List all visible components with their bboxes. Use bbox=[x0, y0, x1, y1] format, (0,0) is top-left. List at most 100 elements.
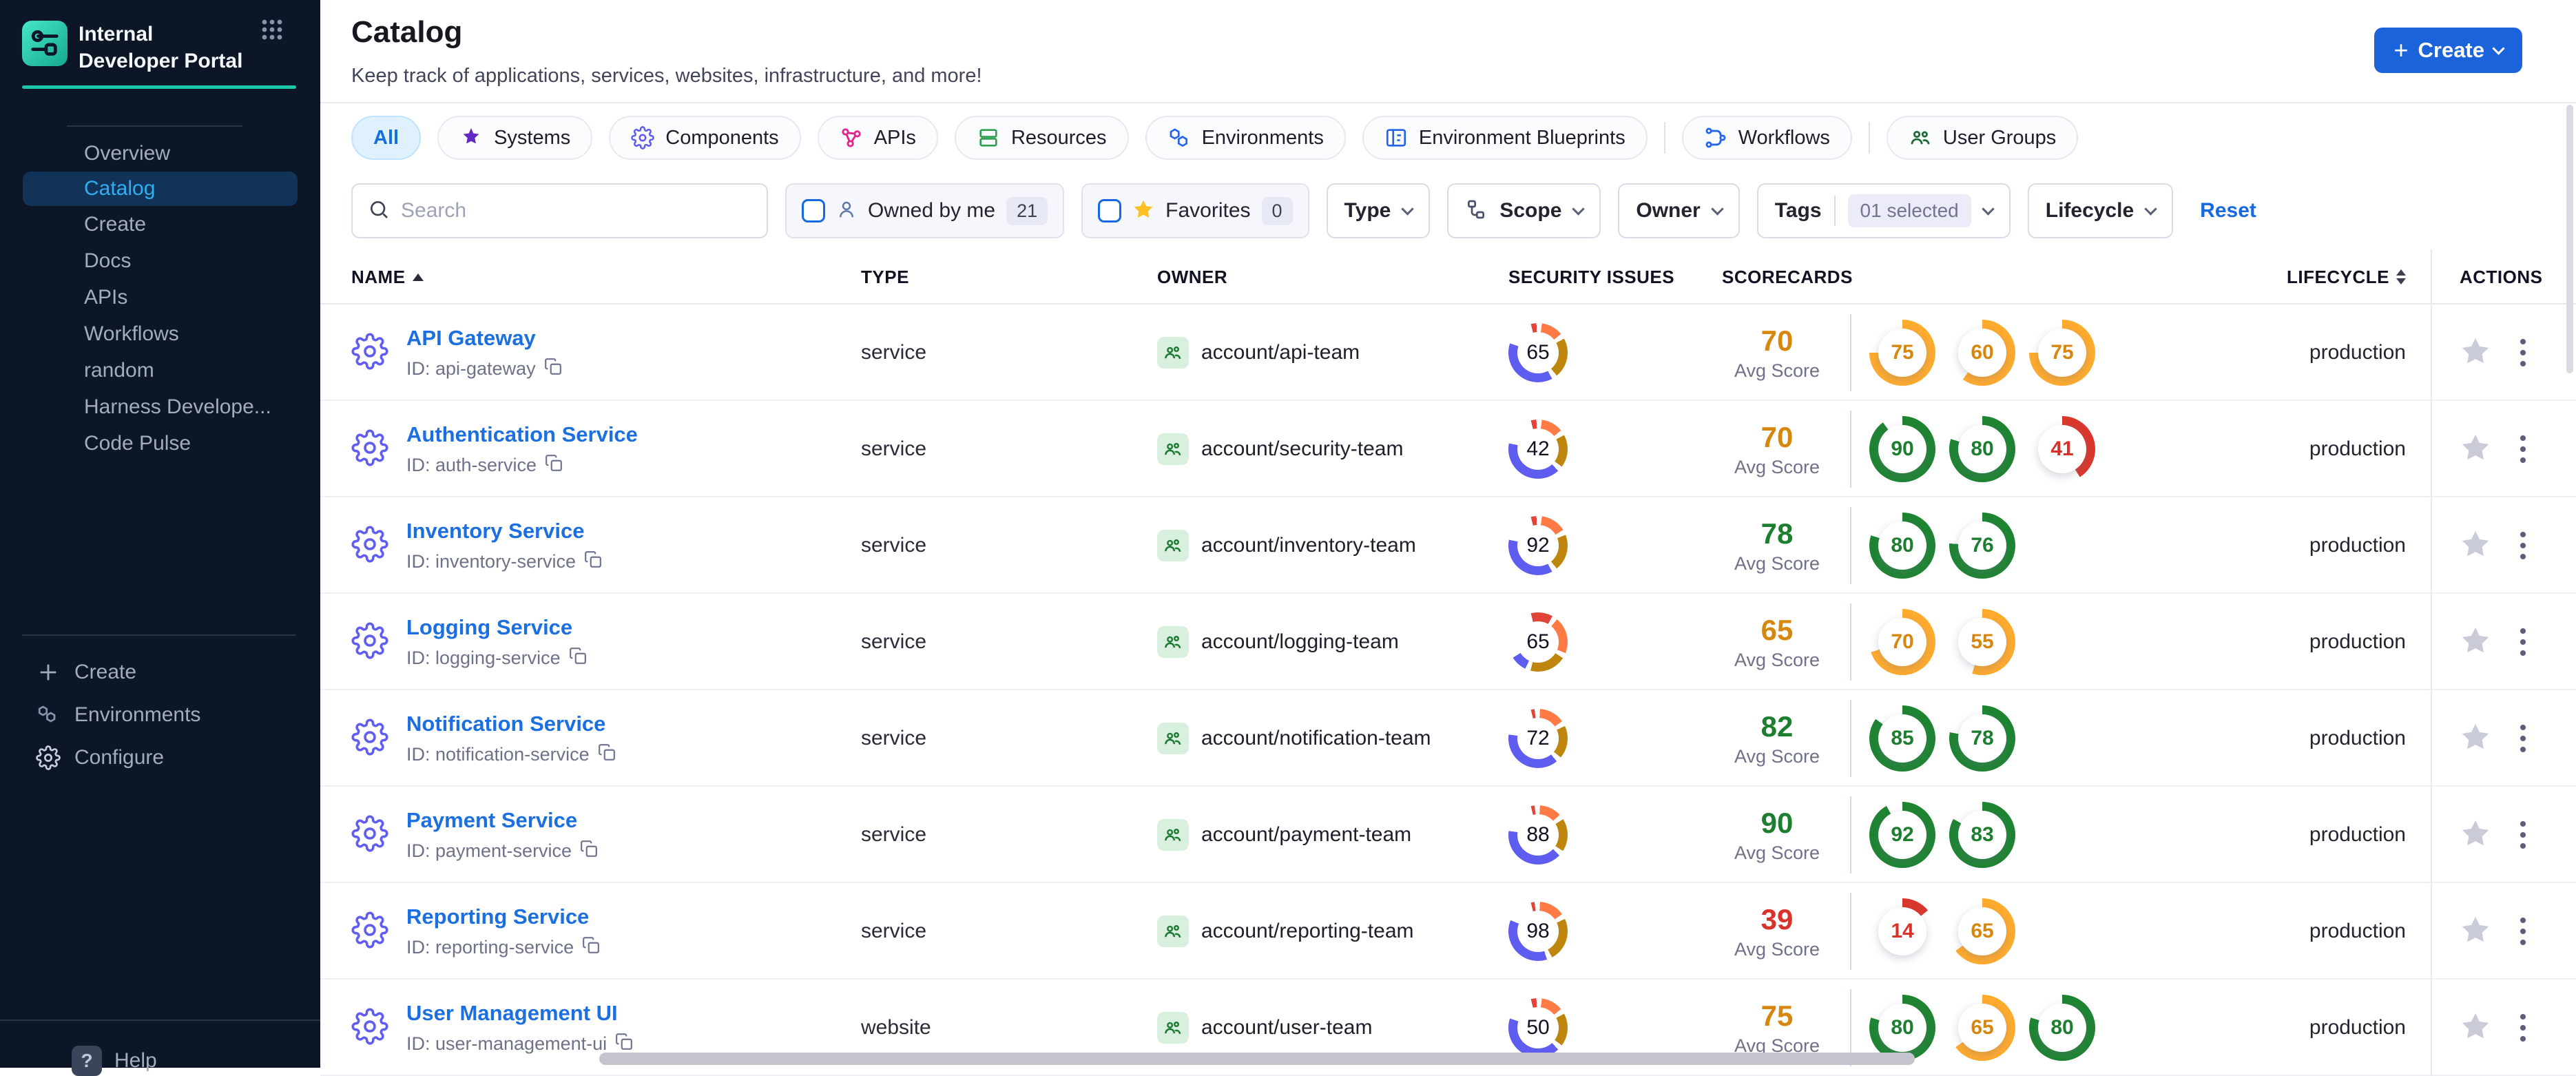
tab-environments[interactable]: Environments bbox=[1145, 116, 1346, 160]
row-menu-icon[interactable] bbox=[2516, 817, 2530, 853]
sidebar-item-random[interactable]: random bbox=[0, 352, 320, 389]
entity-owner[interactable]: account/logging-team bbox=[1201, 630, 1399, 654]
scorecard-ring[interactable]: 55 bbox=[1949, 609, 2015, 675]
copy-icon[interactable] bbox=[545, 454, 563, 477]
create-button[interactable]: + Create bbox=[2374, 28, 2522, 73]
table-row[interactable]: Notification Service ID: notification-se… bbox=[320, 690, 2576, 787]
sidebar-item-docs[interactable]: Docs bbox=[0, 242, 320, 279]
scope-dropdown[interactable]: Scope bbox=[1447, 183, 1601, 238]
sidebar-item-apis[interactable]: APIs bbox=[0, 279, 320, 315]
entity-name-link[interactable]: Logging Service bbox=[406, 615, 587, 640]
sidebar-item-create[interactable]: Create bbox=[0, 651, 320, 694]
favorite-star-icon[interactable] bbox=[2460, 625, 2491, 660]
table-row[interactable]: Payment Service ID: payment-service serv… bbox=[320, 787, 2576, 883]
entity-owner[interactable]: account/inventory-team bbox=[1201, 534, 1416, 557]
entity-name-link[interactable]: API Gateway bbox=[406, 326, 562, 351]
sidebar-item-configure[interactable]: Configure bbox=[0, 736, 320, 779]
row-menu-icon[interactable] bbox=[2516, 913, 2530, 949]
row-menu-icon[interactable] bbox=[2516, 335, 2530, 371]
owned-by-me-filter[interactable]: Owned by me 21 bbox=[785, 183, 1065, 238]
copy-icon[interactable] bbox=[580, 840, 598, 862]
entity-owner[interactable]: account/api-team bbox=[1201, 341, 1360, 364]
scorecard-ring[interactable]: 14 bbox=[1869, 898, 1935, 964]
scorecard-ring[interactable]: 70 bbox=[1869, 609, 1935, 675]
sidebar-item-workflows[interactable]: Workflows bbox=[0, 315, 320, 352]
entity-owner[interactable]: account/security-team bbox=[1201, 437, 1403, 461]
favorite-star-icon[interactable] bbox=[2460, 335, 2491, 371]
app-logo[interactable]: Internal Developer Portal bbox=[22, 21, 298, 74]
entity-owner[interactable]: account/reporting-team bbox=[1201, 920, 1414, 943]
sidebar-item-help[interactable]: ? Help bbox=[72, 1046, 157, 1076]
entity-owner[interactable]: account/payment-team bbox=[1201, 823, 1411, 847]
entity-name-link[interactable]: Reporting Service bbox=[406, 904, 600, 929]
column-header-security[interactable]: SECURITY ISSUES bbox=[1508, 267, 1722, 288]
favorite-star-icon[interactable] bbox=[2460, 818, 2491, 853]
scorecard-ring[interactable]: 83 bbox=[1949, 802, 2015, 868]
table-row[interactable]: Inventory Service ID: inventory-service … bbox=[320, 497, 2576, 594]
tab-components[interactable]: Components bbox=[609, 116, 801, 160]
entity-name-link[interactable]: Notification Service bbox=[406, 712, 616, 736]
favorite-star-icon[interactable] bbox=[2460, 528, 2491, 563]
scorecard-ring[interactable]: 65 bbox=[1949, 995, 2015, 1061]
column-header-lifecycle[interactable]: LIFECYCLE bbox=[2101, 267, 2431, 288]
column-header-type[interactable]: TYPE bbox=[861, 267, 1157, 288]
tags-dropdown[interactable]: Tags 01 selected bbox=[1756, 183, 2011, 238]
entity-owner[interactable]: account/notification-team bbox=[1201, 727, 1431, 750]
tab-systems[interactable]: Systems bbox=[437, 116, 593, 160]
row-menu-icon[interactable] bbox=[2516, 1010, 2530, 1046]
row-menu-icon[interactable] bbox=[2516, 528, 2530, 563]
favorite-star-icon[interactable] bbox=[2460, 914, 2491, 949]
type-dropdown[interactable]: Type bbox=[1326, 183, 1431, 238]
entity-name-link[interactable]: Authentication Service bbox=[406, 422, 638, 447]
scorecard-ring[interactable]: 92 bbox=[1869, 802, 1935, 868]
tab-all[interactable]: All bbox=[351, 116, 422, 160]
scorecard-ring[interactable]: 90 bbox=[1869, 416, 1935, 482]
entity-name-link[interactable]: Inventory Service bbox=[406, 519, 602, 544]
scorecard-ring[interactable]: 75 bbox=[2029, 320, 2095, 386]
app-switcher-icon[interactable] bbox=[260, 18, 284, 41]
tab-environment-blueprints[interactable]: Environment Blueprints bbox=[1362, 116, 1648, 160]
tab-resources[interactable]: Resources bbox=[954, 116, 1129, 160]
column-header-name[interactable]: NAME bbox=[320, 267, 861, 288]
search-box[interactable] bbox=[351, 183, 768, 238]
row-menu-icon[interactable] bbox=[2516, 431, 2530, 467]
scorecard-ring[interactable]: 80 bbox=[1949, 416, 2015, 482]
tab-apis[interactable]: APIs bbox=[817, 116, 938, 160]
horizontal-scrollbar[interactable] bbox=[599, 1053, 1915, 1065]
copy-icon[interactable] bbox=[615, 1033, 633, 1055]
favorite-star-icon[interactable] bbox=[2460, 1011, 2491, 1046]
sidebar-item-code-pulse[interactable]: Code Pulse bbox=[0, 425, 320, 462]
copy-icon[interactable] bbox=[584, 550, 602, 573]
reset-filters-link[interactable]: Reset bbox=[2200, 199, 2256, 223]
favorite-star-icon[interactable] bbox=[2460, 721, 2491, 756]
scorecard-ring[interactable]: 65 bbox=[1949, 898, 2015, 964]
sidebar-item-catalog[interactable]: Catalog bbox=[23, 172, 298, 206]
scorecard-ring[interactable]: 85 bbox=[1869, 705, 1935, 772]
scorecard-ring[interactable]: 76 bbox=[1949, 513, 2015, 579]
table-row[interactable]: API Gateway ID: api-gateway service acco… bbox=[320, 304, 2576, 401]
owner-dropdown[interactable]: Owner bbox=[1618, 183, 1740, 238]
entity-name-link[interactable]: Payment Service bbox=[406, 808, 598, 833]
sidebar-item-environments[interactable]: Environments bbox=[0, 694, 320, 736]
search-input[interactable] bbox=[401, 199, 751, 223]
scorecard-ring[interactable]: 60 bbox=[1949, 320, 2015, 386]
table-row[interactable]: Reporting Service ID: reporting-service … bbox=[320, 883, 2576, 980]
sidebar-item-harness-develope-[interactable]: Harness Develope... bbox=[0, 389, 320, 425]
entity-name-link[interactable]: User Management UI bbox=[406, 1001, 633, 1026]
column-header-scorecards[interactable]: SCORECARDS bbox=[1722, 267, 2101, 288]
lifecycle-dropdown[interactable]: Lifecycle bbox=[2027, 183, 2174, 238]
sidebar-item-create[interactable]: Create bbox=[0, 206, 320, 242]
column-header-owner[interactable]: OWNER bbox=[1157, 267, 1508, 288]
favorites-checkbox[interactable] bbox=[1098, 199, 1122, 223]
scorecard-ring[interactable]: 80 bbox=[2029, 995, 2095, 1061]
scorecard-ring[interactable]: 80 bbox=[1869, 513, 1935, 579]
copy-icon[interactable] bbox=[544, 358, 562, 380]
vertical-scrollbar[interactable] bbox=[2566, 105, 2573, 373]
copy-icon[interactable] bbox=[582, 936, 600, 959]
scorecard-ring[interactable]: 80 bbox=[1869, 995, 1935, 1061]
entity-owner[interactable]: account/user-team bbox=[1201, 1016, 1372, 1039]
copy-icon[interactable] bbox=[569, 647, 587, 670]
copy-icon[interactable] bbox=[598, 743, 616, 766]
favorites-filter[interactable]: Favorites 0 bbox=[1081, 183, 1309, 238]
table-row[interactable]: Authentication Service ID: auth-service … bbox=[320, 401, 2576, 497]
